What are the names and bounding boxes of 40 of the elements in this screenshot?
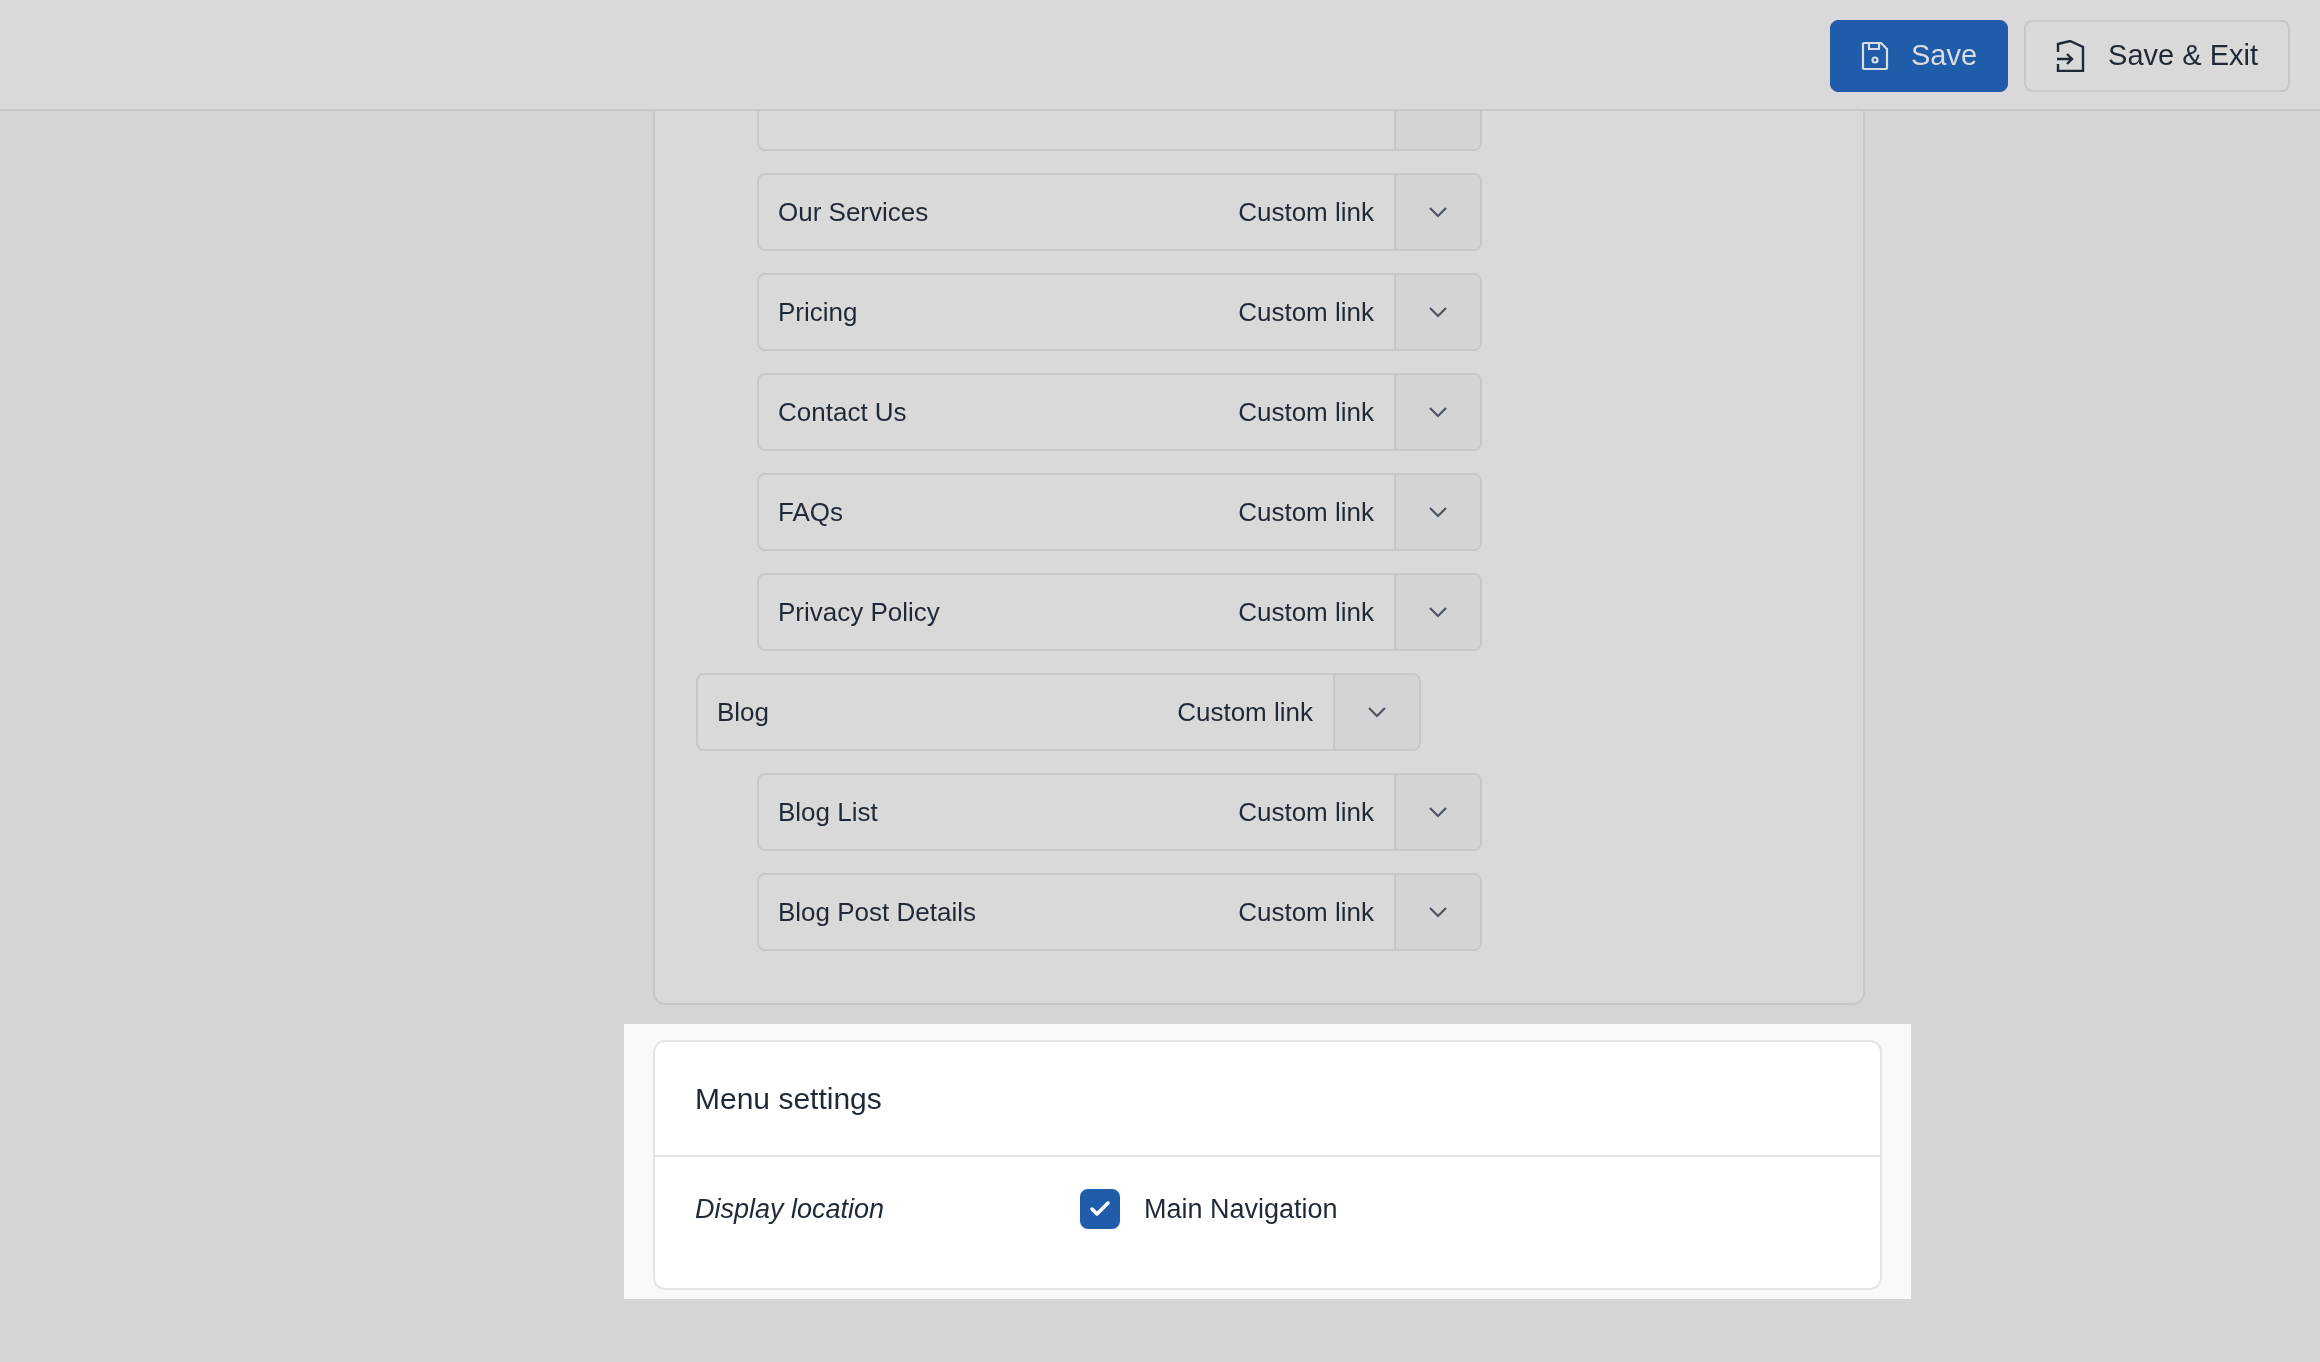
link-type-label: Custom link	[1177, 695, 1314, 729]
link-type-label: Custom link	[1238, 895, 1375, 929]
link-type-label: Custom link	[1238, 395, 1375, 429]
menu-item-label: Privacy Policy	[777, 595, 941, 629]
menu-item-label: Our Services	[777, 195, 930, 229]
chevron-down-icon	[1428, 606, 1448, 618]
expand-toggle[interactable]	[1394, 575, 1480, 649]
link-type-label: Custom link	[1238, 295, 1375, 329]
save-button[interactable]: Save	[1830, 20, 2009, 92]
save-exit-button[interactable]: Save & Exit	[2024, 20, 2290, 92]
chevron-down-icon	[1367, 706, 1387, 718]
chevron-down-icon	[1428, 806, 1448, 818]
link-type-label: Custom link	[1238, 195, 1375, 229]
chevron-down-icon	[1428, 406, 1448, 418]
chevron-down-icon	[1428, 906, 1448, 918]
field-label: Display location	[695, 1193, 886, 1226]
expand-toggle[interactable]	[1394, 175, 1480, 249]
expand-toggle[interactable]	[1394, 475, 1480, 549]
menu-item-label: Blog	[716, 695, 771, 729]
expand-toggle[interactable]	[1394, 375, 1480, 449]
chevron-down-icon	[1428, 206, 1448, 218]
link-type-label: Custom link	[1238, 795, 1375, 829]
menu-item-label: Blog Post Details	[777, 895, 977, 929]
expand-toggle[interactable]	[1333, 675, 1419, 749]
checkbox-label: Main Navigation	[1144, 1193, 1338, 1226]
menu-item-label: Blog List	[777, 795, 879, 829]
checkbox[interactable]	[1080, 1189, 1120, 1230]
link-type-label: Custom link	[1238, 495, 1375, 529]
link-type-label: Custom link	[1238, 595, 1375, 629]
chevron-down-icon	[1428, 306, 1448, 318]
menu-item-label: FAQs	[777, 495, 844, 529]
exit-arrow-icon	[2056, 40, 2087, 72]
checkmark-icon	[1089, 1200, 1111, 1219]
section-title: Menu settings	[655, 1042, 1880, 1157]
chevron-down-icon	[1428, 506, 1448, 518]
expand-toggle[interactable]	[1394, 275, 1480, 349]
menu-item-label: Pricing	[777, 295, 859, 329]
menu-item-label: Contact Us	[777, 395, 908, 429]
expand-toggle[interactable]	[1394, 775, 1480, 849]
expand-toggle[interactable]	[1394, 875, 1480, 949]
